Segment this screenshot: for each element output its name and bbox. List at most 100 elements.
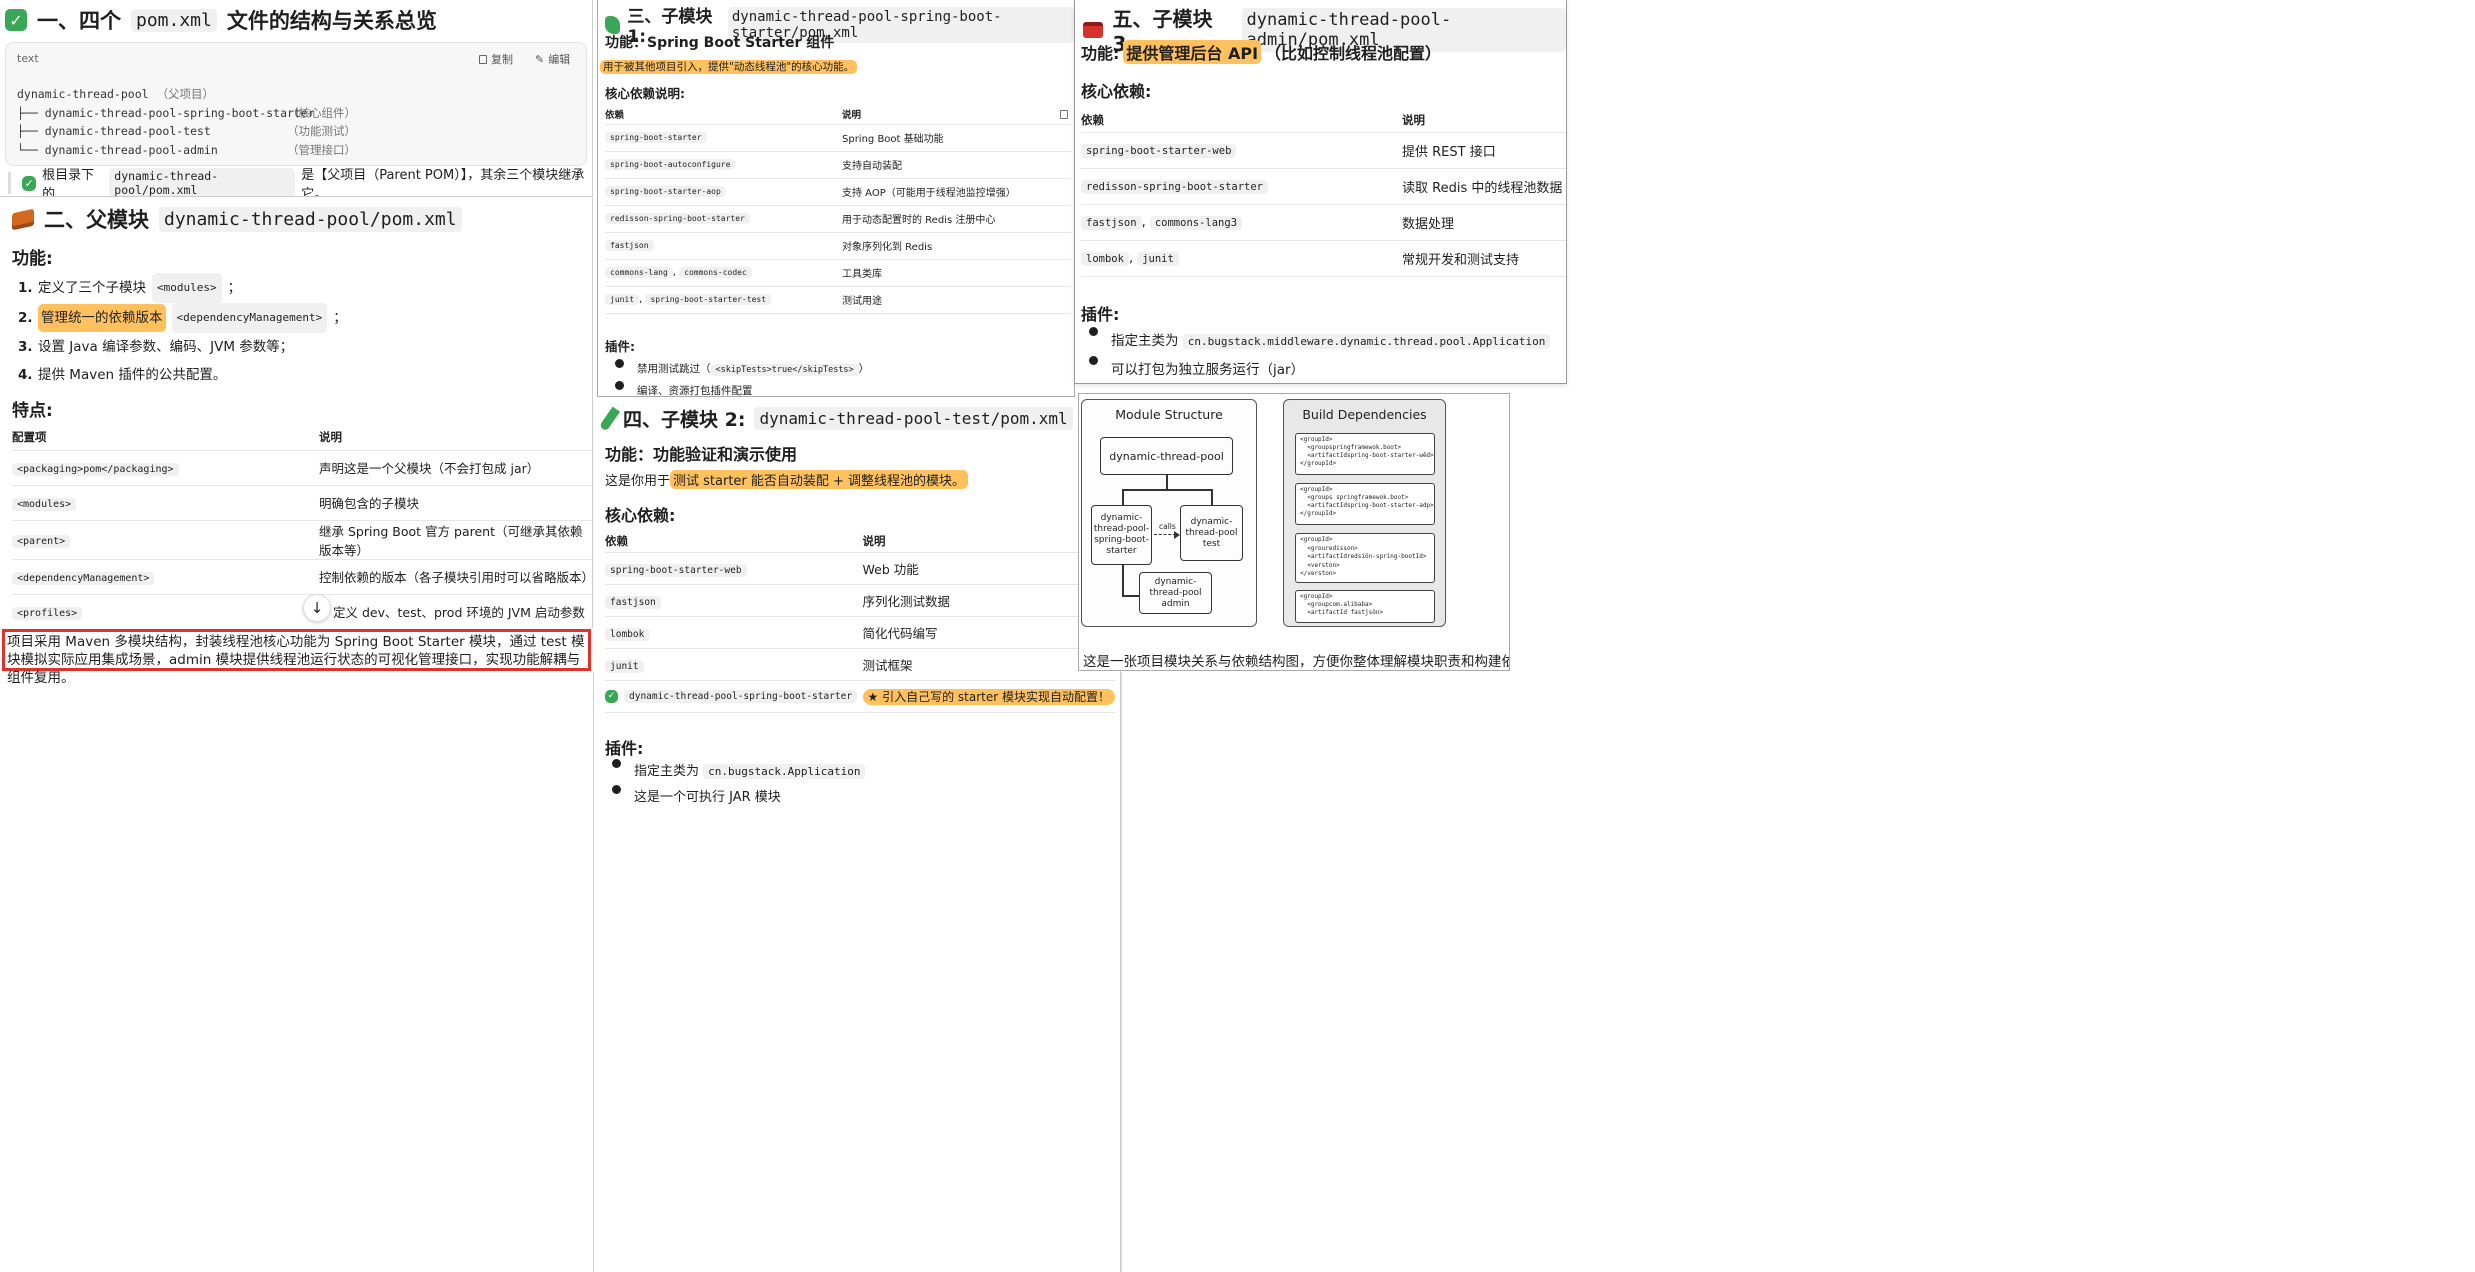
dependency-desc: 数据处理 [1402,204,1566,241]
config-item-desc: 继承 Spring Boot 官方 parent（可继承其依赖版本等） [319,520,592,560]
list-item-text: 设置 Java 编译参数、编码、JVM 参数等； [38,339,294,355]
list-item: 这是一个可执行 JAR 模块 [600,785,865,811]
dependency-desc: 支持自动装配 [842,151,1071,179]
build-dependencies-title: Build Dependencies [1302,407,1427,422]
edit-button[interactable]: ✎ 编辑 [535,51,570,67]
dependency-code: spring-boot-starter-web [1081,143,1237,158]
admin-func-highlight: 提供管理后台 API [1123,40,1262,64]
column-header: 说明 [1402,109,1566,133]
table-row: <dependencyManagement> 控制依赖的版本（各子模块引用时可以省… [12,559,592,595]
table-row: <parent> 继承 Spring Boot 官方 parent（可继承其依赖版… [12,520,592,560]
module-structure-box: Module Structure dynamic-thread-pool dyn… [1081,399,1257,627]
function-list: 1. 定义了三个子模块 <modules> ； 2. 管理统一的依赖版本 <depende… [18,273,347,389]
config-item-desc: 明确包含的子模块 [319,485,592,521]
starter-module-panel: 三、子模块 1: dynamic-thread-pool-spring-boot… [597,0,1075,397]
tree-line: dynamic-thread-pool （父项目） [17,85,356,104]
dependency-block: <groupId> <groups springframewok.boot> <… [1295,483,1435,525]
table-row: spring-boot-starter Spring Boot 基础功能 [605,124,1071,152]
table-row: commons-lang, commons-codec 工具类库 [605,259,1071,287]
table-header-row: 依赖 说明 [605,530,1115,553]
config-item-desc: 定义 dev、test、prod 环境的 JVM 启动参数 [319,594,592,628]
list-item-code: <modules> [152,273,222,303]
config-item-code: <packaging>pom</packaging> [12,463,179,476]
scroll-down-button[interactable]: ↓ [303,594,331,622]
dependency-code: lombok [1081,251,1129,266]
dependency-code: redisson-spring-boot-starter [1081,179,1269,194]
tree-line-name: dynamic-thread-pool [17,87,149,101]
arrow-down-icon: ↓ [310,599,324,617]
table-row: spring-boot-autoconfigure 支持自动装配 [605,151,1071,179]
tree-connector [1211,489,1213,505]
code-block: text 复制 ✎ 编辑 dynamic-thread-pool （父项目） ├─… [5,42,587,166]
tree-connector [1166,475,1168,489]
test-title: 四、子模块 2: [623,409,746,431]
note-code: dynamic-thread-pool/pom.xml [109,168,296,196]
puzzle-icon [605,15,621,34]
dependency-desc: 用于动态配置时的 Redis 注册中心 [842,205,1071,233]
list-item-highlight: 管理统一的依赖版本 [38,304,166,332]
dependency-code: spring-boot-starter-web [605,563,747,577]
check-mark-icon: ✓ [5,9,27,31]
list-item-code: <dependencyManagement> [171,303,328,333]
tree-line: └── dynamic-thread-pool-admin （管理接口） [17,141,356,160]
dependency-desc: 读取 Redis 中的线程池数据 [1402,168,1566,205]
dependency-desc: 提供 REST 接口 [1402,132,1566,169]
dependency-desc: 对象序列化到 Redis [842,232,1071,260]
list-item: 指定主类为 cn.bugstack.middleware.dynamic.thr… [1077,327,1551,356]
starter-plugins-list: 禁用测试跳过（ <skipTests>true</skipTests>） 编译、资… [603,359,870,396]
table-row: redisson-spring-boot-starter 用于动态配置时的 Red… [605,205,1071,233]
tree-line-note: （管理接口） [287,142,356,157]
overview-panel: ✓ 一、四个 pom.xml 文件的结构与关系总览 text 复制 ✎ 编辑 d… [0,0,593,197]
starter-plugins-heading: 插件: [605,339,635,354]
list-item-text: 定义了三个子模块 [38,280,146,296]
test-function: 功能：功能验证和演示使用 [605,445,798,464]
test-title-code: dynamic-thread-pool-test/pom.xml [754,407,1073,430]
plugin-code: cn.bugstack.Application [703,764,866,779]
check-mark-icon: ✓ [22,175,37,191]
features-heading: 特点: [12,401,53,421]
plugin-suffix: ） [858,363,870,375]
column-header: 依赖 [605,530,863,553]
dependency-code: spring-boot-starter [605,132,707,143]
root-module-node: dynamic-thread-pool [1100,437,1233,475]
overview-title-code: pom.xml [131,8,217,32]
list-item-number: 2. [18,310,33,326]
tree-line-note: （父项目） [156,87,215,101]
dependency-code: junit [1137,251,1179,266]
brick-icon [12,208,34,230]
table-row: redisson-spring-boot-starter 读取 Redis 中的线… [1081,168,1566,205]
table-row: fastjson, commons-lang3 数据处理 [1081,204,1566,241]
table-row: spring-boot-starter-aop 支持 AOP（可能用于线程池监控增… [605,178,1071,206]
calls-arrow [1154,534,1176,535]
admin-deps-heading: 核心依赖: [1081,82,1152,101]
test-module-node: dynamic- thread-pool test [1180,505,1243,561]
config-item-code: <parent> [12,535,71,548]
admin-function: 功能: 提供管理后台 API （比如控制线程池配置） [1081,40,1441,64]
dependency-desc: 测试用途 [842,286,1071,314]
admin-func-prefix: 功能: [1081,44,1120,63]
overview-title-prefix: 一、四个 [37,9,121,33]
test-module-panel: 四、子模块 2: dynamic-thread-pool-test/pom.xm… [597,398,1121,1272]
tree-connector [1122,595,1139,597]
test-desc-highlight: 测试 starter 能否自动装配 + 调整线程池的模块。 [670,470,969,489]
dependency-code: spring-boot-starter-aop [605,186,726,197]
features-table: 配置项 说明 <packaging>pom</packaging> 声明这是一个父模… [12,424,592,628]
dependency-code: dynamic-thread-pool-spring-boot-starter [624,689,858,703]
summary-box: 项目采用 Maven 多模块结构，封装线程池核心功能为 Spring Boot … [2,629,591,686]
parent-module-heading: 二、父模块 dynamic-thread-pool/pom.xml [12,204,462,234]
list-item: 可以打包为独立服务运行（jar） [1077,356,1550,383]
table-row: lombok, junit 常规开发和测试支持 [1081,240,1566,277]
toolbox-icon [1083,21,1104,38]
copy-button[interactable]: 复制 [479,51,513,67]
dependency-code: commons-lang [605,267,673,278]
plugin-text: 这是一个可执行 JAR 模块 [634,790,781,805]
calls-label: calls [1159,522,1176,531]
list-item: 编译、资源打包插件配置 [603,381,869,396]
dependency-block: <groupId> <groupcom.alibaba> <artifactId… [1295,590,1435,623]
tree-line-name: ├── dynamic-thread-pool-spring-boot-star… [17,105,315,120]
tree-line-name: └── dynamic-thread-pool-admin [17,142,218,157]
table-row: junit 测试框架 [605,648,1115,681]
test-plugins-list: 指定主类为 cn.bugstack.Application 这是一个可执行 JA… [600,759,866,811]
left-column-divider [593,672,594,1272]
list-item: 3. 设置 Java 编译参数、编码、JVM 参数等； [18,333,347,361]
